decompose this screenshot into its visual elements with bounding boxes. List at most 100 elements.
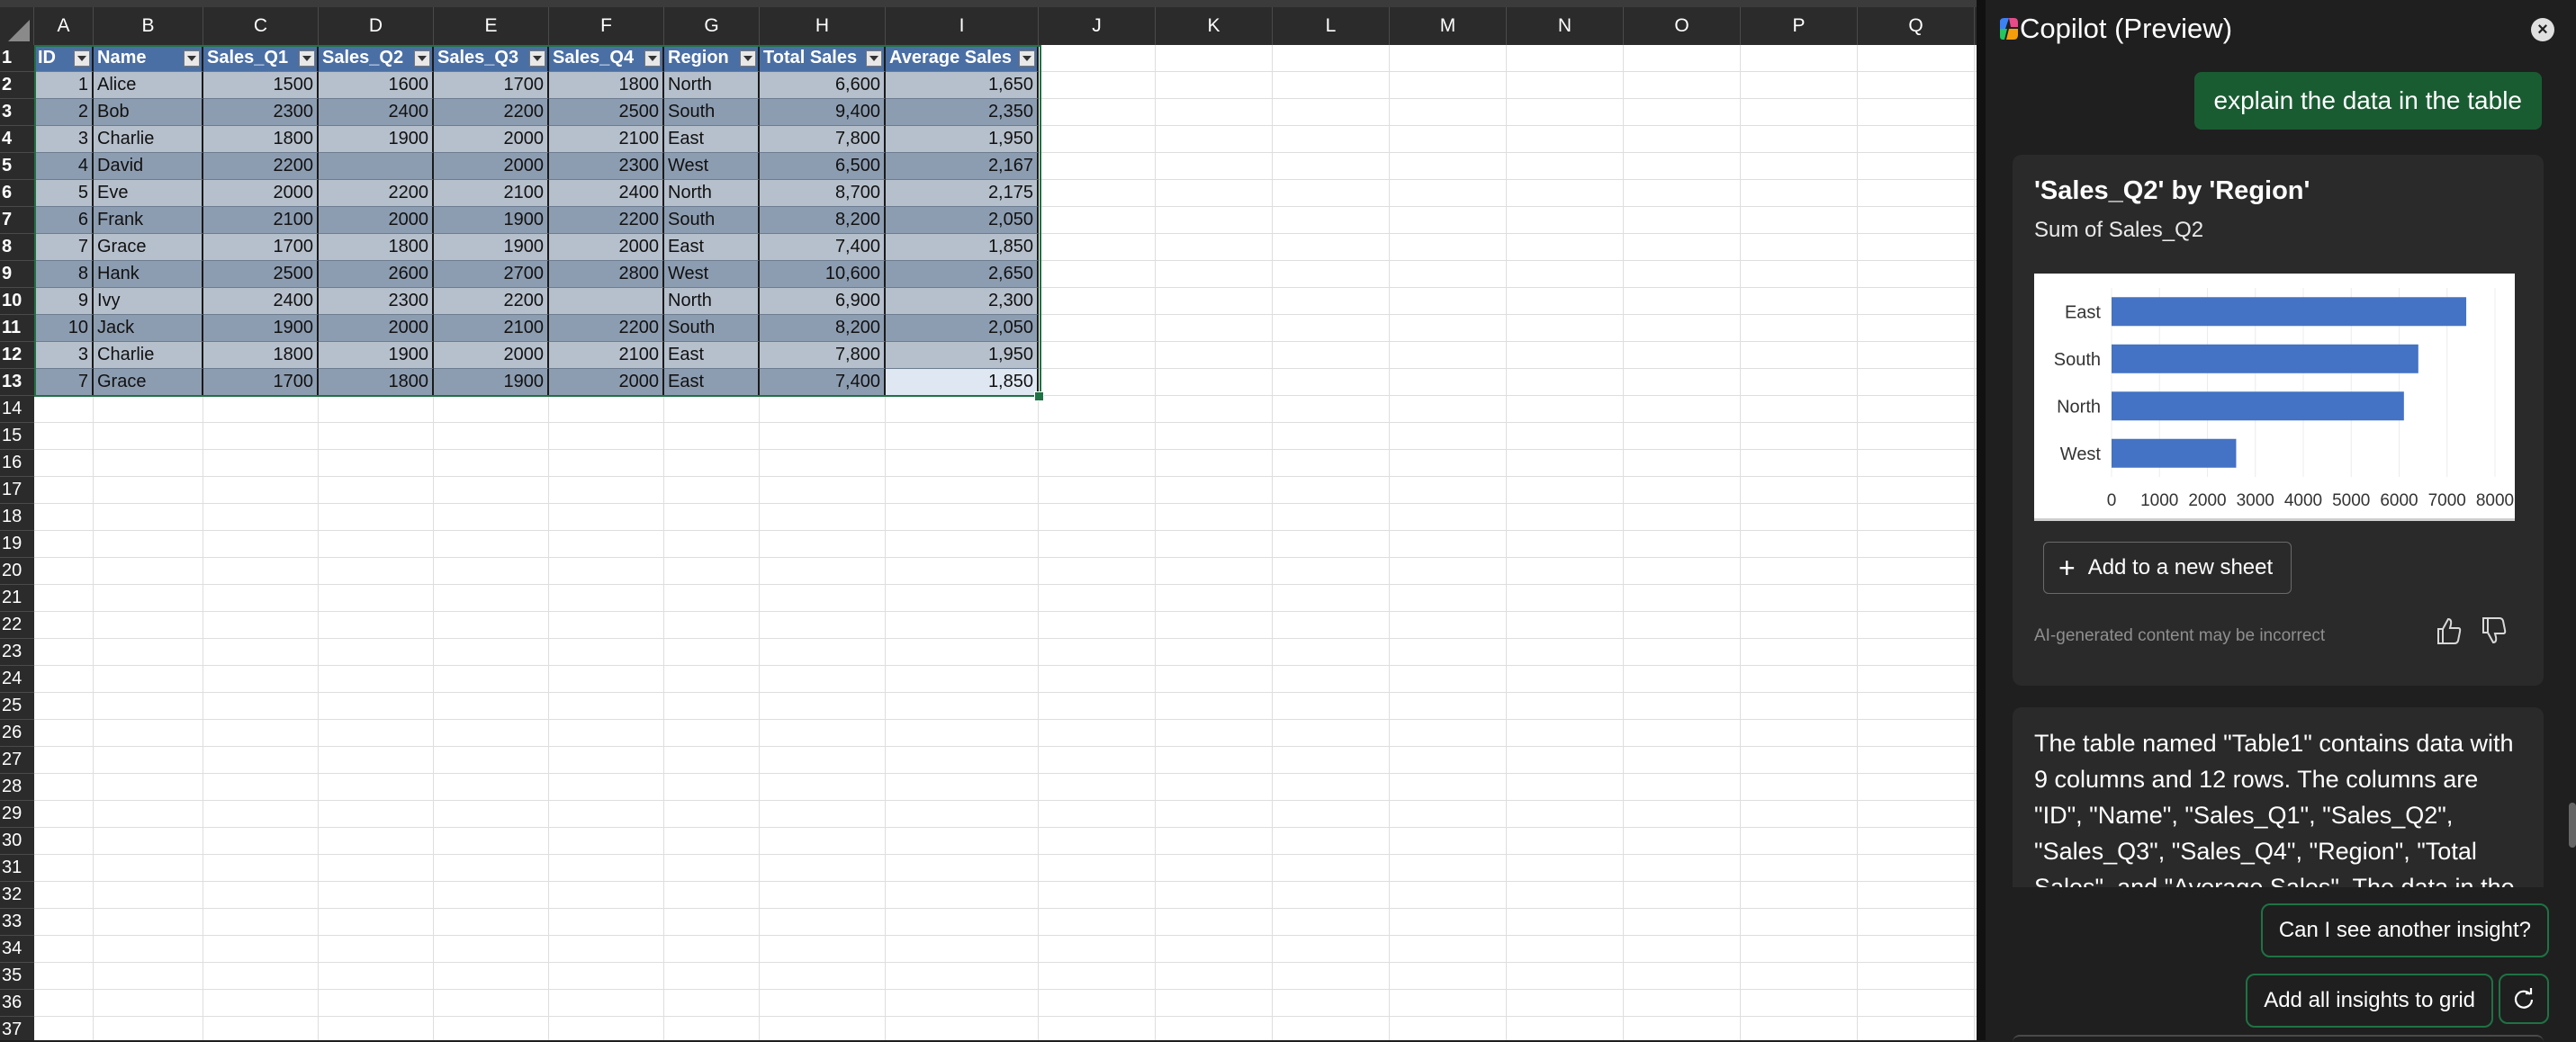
table-header-cell[interactable]: Total Sales — [760, 45, 886, 72]
column-header-h[interactable]: H — [760, 7, 886, 45]
table-cell[interactable]: 1800 — [319, 234, 434, 261]
table-cell[interactable]: 2,650 — [886, 261, 1039, 288]
column-header-c[interactable]: C — [203, 7, 319, 45]
row-header[interactable]: 8 — [0, 234, 34, 261]
table-cell[interactable]: 2300 — [549, 153, 664, 180]
spreadsheet-grid[interactable]: ABCDEFGHIJKLMNOPQ 1 2 3 4 5 6 7 8 9 10 11 12 13 14 15 1… — [0, 0, 1986, 1040]
table-header-cell[interactable]: Name — [94, 45, 203, 72]
table-cell[interactable]: 7,400 — [760, 369, 886, 396]
table-cell[interactable]: 2000 — [549, 234, 664, 261]
filter-dropdown-icon[interactable] — [184, 49, 200, 67]
table-cell[interactable]: East — [664, 234, 760, 261]
table-cell[interactable]: 1700 — [203, 234, 319, 261]
table-cell[interactable]: 2200 — [549, 207, 664, 234]
table-cell[interactable]: East — [664, 126, 760, 153]
table-cell[interactable]: 7,800 — [760, 126, 886, 153]
table-cell[interactable]: 2100 — [549, 126, 664, 153]
table-cell[interactable]: Hank — [94, 261, 203, 288]
row-header[interactable]: 27 — [0, 747, 34, 774]
table-cell[interactable]: 2100 — [434, 180, 549, 207]
table-cell[interactable]: Charlie — [94, 342, 203, 369]
filter-dropdown-icon[interactable] — [1019, 49, 1035, 67]
table-cell[interactable]: 10 — [34, 315, 94, 342]
table-cell[interactable] — [549, 288, 664, 315]
column-header-q[interactable]: Q — [1858, 7, 1975, 45]
refresh-icon[interactable] — [2499, 974, 2549, 1024]
table-cell[interactable]: 1,850 — [886, 234, 1039, 261]
table-cell[interactable]: 2200 — [434, 99, 549, 126]
table-cell[interactable]: Grace — [94, 369, 203, 396]
table-cell[interactable]: Jack — [94, 315, 203, 342]
table-cell[interactable]: South — [664, 315, 760, 342]
table-cell[interactable]: 2,350 — [886, 99, 1039, 126]
table-cell[interactable]: 2400 — [549, 180, 664, 207]
table-cell[interactable]: 2 — [34, 99, 94, 126]
table-cell[interactable]: 1800 — [549, 72, 664, 99]
table-cell[interactable]: 2400 — [319, 99, 434, 126]
table-cell[interactable]: 1800 — [319, 369, 434, 396]
table-cell[interactable]: 9 — [34, 288, 94, 315]
row-header[interactable]: 14 — [0, 396, 34, 423]
filter-dropdown-icon[interactable] — [414, 49, 430, 67]
add-all-insights-button[interactable]: Add all insights to grid — [2246, 974, 2493, 1028]
table-cell[interactable]: 2000 — [549, 369, 664, 396]
table-cell[interactable]: 1900 — [319, 342, 434, 369]
table-cell[interactable]: 1900 — [434, 207, 549, 234]
fill-handle[interactable] — [1034, 391, 1044, 401]
table-header-cell[interactable]: Sales_Q4 — [549, 45, 664, 72]
table-cell[interactable]: 5 — [34, 180, 94, 207]
table-cell[interactable]: 2000 — [434, 153, 549, 180]
column-header-n[interactable]: N — [1507, 7, 1624, 45]
row-header[interactable]: 18 — [0, 504, 34, 531]
row-header[interactable]: 1 — [0, 45, 34, 72]
table-cell[interactable]: 9,400 — [760, 99, 886, 126]
table-cell[interactable]: 1700 — [434, 72, 549, 99]
table-cell[interactable]: 1900 — [434, 234, 549, 261]
table-cell[interactable]: 1,950 — [886, 126, 1039, 153]
column-header-k[interactable]: K — [1156, 7, 1273, 45]
column-header-m[interactable]: M — [1390, 7, 1507, 45]
table-cell[interactable]: 7 — [34, 234, 94, 261]
table-cell[interactable]: 2000 — [319, 315, 434, 342]
row-header[interactable]: 15 — [0, 423, 34, 450]
table-cell[interactable]: 6,500 — [760, 153, 886, 180]
filter-dropdown-icon[interactable] — [529, 49, 545, 67]
table-cell[interactable]: 6,900 — [760, 288, 886, 315]
table-cell[interactable]: South — [664, 99, 760, 126]
table-cell[interactable]: 1900 — [319, 126, 434, 153]
table-cell[interactable]: 2,175 — [886, 180, 1039, 207]
table-cell[interactable]: 1,950 — [886, 342, 1039, 369]
table-cell[interactable]: 10,600 — [760, 261, 886, 288]
row-header[interactable]: 31 — [0, 855, 34, 882]
filter-dropdown-icon[interactable] — [644, 49, 661, 67]
close-pane-button[interactable]: × — [2531, 18, 2554, 41]
table-cell[interactable]: 7,400 — [760, 234, 886, 261]
table-cell[interactable]: 8,700 — [760, 180, 886, 207]
table-cell[interactable]: 2,050 — [886, 315, 1039, 342]
column-header-b[interactable]: B — [94, 7, 203, 45]
table-cell[interactable]: Charlie — [94, 126, 203, 153]
filter-dropdown-icon[interactable] — [740, 49, 756, 67]
table-cell[interactable]: West — [664, 261, 760, 288]
row-header[interactable]: 16 — [0, 450, 34, 477]
table-cell[interactable]: 1900 — [203, 315, 319, 342]
row-header[interactable]: 34 — [0, 936, 34, 963]
table-cell[interactable]: 7,800 — [760, 342, 886, 369]
row-header[interactable]: 2 — [0, 72, 34, 99]
table-header-cell[interactable]: Sales_Q1 — [203, 45, 319, 72]
row-header[interactable]: 6 — [0, 180, 34, 207]
table-cell[interactable]: 2200 — [203, 153, 319, 180]
table-cell[interactable]: 3 — [34, 342, 94, 369]
table-cell[interactable]: Alice — [94, 72, 203, 99]
table-cell[interactable]: 8,200 — [760, 315, 886, 342]
table-cell[interactable]: 2200 — [549, 315, 664, 342]
row-header[interactable]: 12 — [0, 342, 34, 369]
thumbs-down-icon[interactable] — [2481, 615, 2508, 646]
table-cell[interactable]: 1,650 — [886, 72, 1039, 99]
row-header[interactable]: 9 — [0, 261, 34, 288]
table-cell[interactable]: North — [664, 180, 760, 207]
table-cell[interactable]: East — [664, 342, 760, 369]
table-cell[interactable]: 1 — [34, 72, 94, 99]
row-header[interactable]: 17 — [0, 477, 34, 504]
row-header[interactable]: 4 — [0, 126, 34, 153]
